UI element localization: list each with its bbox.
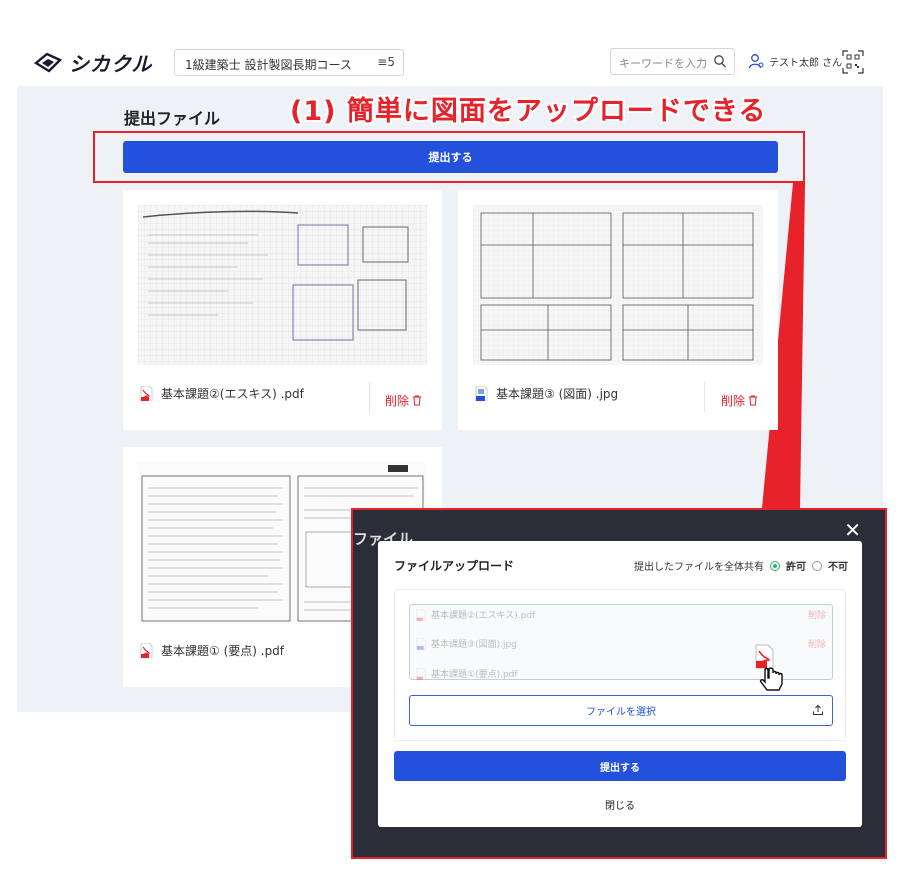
file-name-row[interactable]: 基本課題① (要点) .pdf xyxy=(140,642,284,659)
file-name-row[interactable]: 基本課題②(エスキス) .pdf xyxy=(140,385,304,402)
upload-icon xyxy=(813,704,823,715)
modal-submit-button[interactable]: 提出する xyxy=(394,751,846,781)
delete-label: 削除 xyxy=(385,394,410,408)
file-name: 基本課題③ (図面) .jpg xyxy=(496,387,619,401)
radio-allow-label: 許可 xyxy=(786,562,806,573)
pending-delete-button[interactable]: 削除 xyxy=(808,637,826,650)
submit-button[interactable]: 提出する xyxy=(123,141,778,173)
jpg-file-icon xyxy=(475,386,488,401)
pending-file-row: 基本課題②(エスキス).pdf xyxy=(416,608,535,621)
file-card: 基本課題②(エスキス) .pdf 削除 xyxy=(123,190,442,430)
page: シカクル 1級建築士 設計製図長期コース ≡5 キーワードを入力 テスト太郎 さ… xyxy=(0,0,900,889)
drawing-preview xyxy=(138,205,427,365)
divider xyxy=(704,382,705,412)
pending-file-row: 基本課題③(図面).jpg xyxy=(416,637,517,650)
choose-file-button[interactable]: ファイルを選択 xyxy=(409,695,833,726)
modal-close-button[interactable]: 閉じる xyxy=(378,797,862,812)
pending-delete-button[interactable]: 削除 xyxy=(808,608,826,621)
pdf-file-icon xyxy=(140,643,153,658)
share-setting: 提出したファイルを全体共有 許可 不可 xyxy=(634,558,848,573)
trash-icon xyxy=(413,395,422,406)
divider xyxy=(369,382,370,412)
radio-deny[interactable] xyxy=(812,560,822,571)
close-icon[interactable]: ✕ xyxy=(844,518,861,542)
drawing-preview xyxy=(473,205,763,365)
modal-title: ファイルアップロード xyxy=(394,559,515,573)
pdf-file-icon xyxy=(416,608,426,621)
pending-file-name: 基本課題③(図面).jpg xyxy=(431,640,517,650)
trash-icon xyxy=(749,395,758,406)
file-name: 基本課題②(エスキス) .pdf xyxy=(161,387,304,401)
file-thumbnail[interactable] xyxy=(138,205,427,365)
annotation-caption: (1) 簡単に図面をアップロードできる xyxy=(290,96,767,127)
share-label: 提出したファイルを全体共有 xyxy=(634,562,764,573)
delete-button[interactable]: 削除 xyxy=(385,392,422,409)
file-name: 基本課題① (要点) .pdf xyxy=(161,644,285,658)
radio-allow[interactable] xyxy=(770,560,780,571)
file-card: 基本課題③ (図面) .jpg 削除 xyxy=(458,190,778,430)
jpg-file-icon xyxy=(416,637,426,650)
pending-file-row: 基本課題①(要点).pdf xyxy=(416,667,518,680)
delete-button[interactable]: 削除 xyxy=(721,392,758,409)
pdf-file-icon xyxy=(416,667,426,680)
upload-modal: ファイルアップロード 提出したファイルを全体共有 許可 不可 基本課題②(エスキ… xyxy=(378,541,862,827)
pending-file-name: 基本課題②(エスキス).pdf xyxy=(431,611,536,621)
file-name-row[interactable]: 基本課題③ (図面) .jpg xyxy=(475,385,618,402)
choose-file-label: ファイルを選択 xyxy=(586,707,656,718)
pending-file-name: 基本課題①(要点).pdf xyxy=(431,670,518,680)
delete-label: 削除 xyxy=(721,394,746,408)
radio-deny-label: 不可 xyxy=(828,562,848,573)
dragged-pdf-icon xyxy=(755,644,783,691)
pdf-file-icon xyxy=(140,386,153,401)
hand-cursor-icon xyxy=(759,667,783,691)
file-thumbnail[interactable] xyxy=(473,205,763,365)
